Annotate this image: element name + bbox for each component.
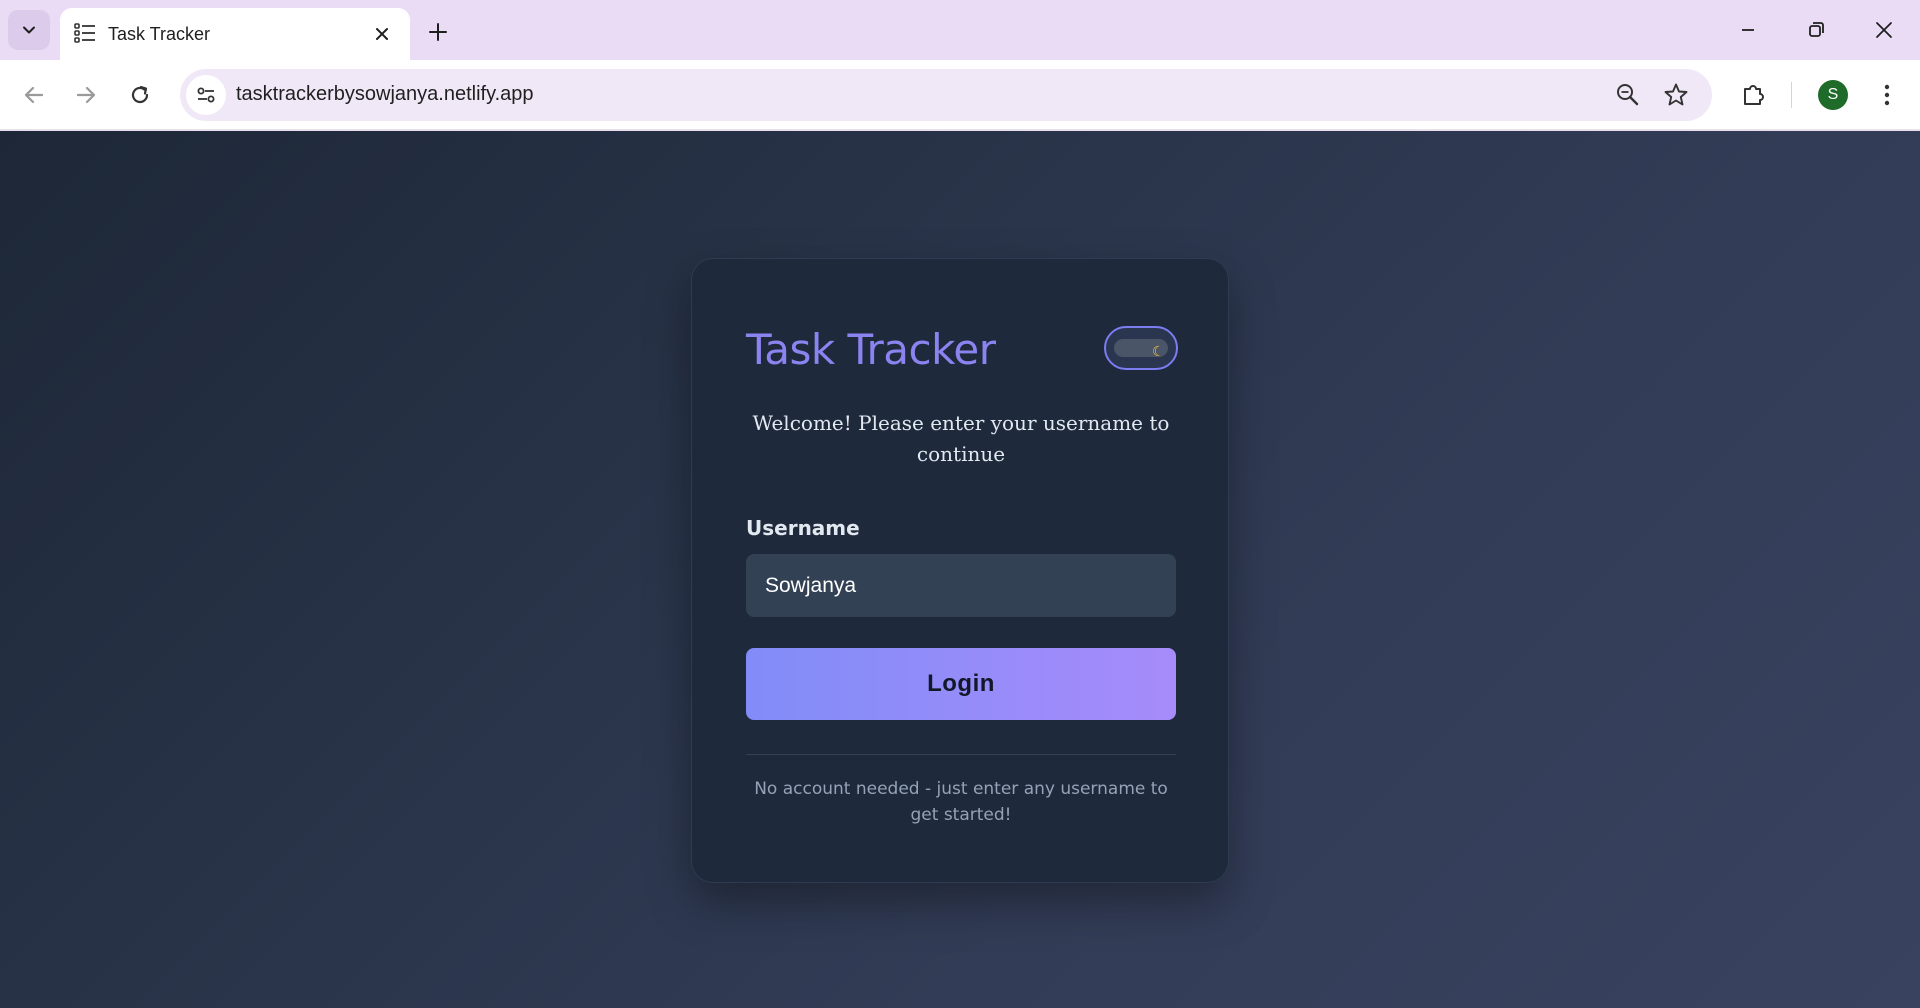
moon-icon: ☾: [1152, 344, 1165, 360]
more-menu-icon[interactable]: [1869, 77, 1905, 113]
footer-note: No account needed - just enter any usern…: [754, 779, 1168, 825]
toolbar-separator: [1791, 82, 1792, 108]
login-card: Task Tracker ☾ Welcome! Please enter you…: [691, 258, 1229, 883]
welcome-message: Welcome! Please enter your username to c…: [752, 411, 1170, 466]
username-label: Username: [746, 516, 860, 540]
site-info-button[interactable]: [186, 75, 226, 115]
minimize-icon[interactable]: [1732, 14, 1764, 46]
login-button[interactable]: Login: [746, 648, 1176, 720]
checklist-icon: [74, 23, 95, 43]
restore-icon[interactable]: [1800, 14, 1832, 46]
app-title: Task Tracker: [746, 325, 996, 374]
theme-toggle[interactable]: ☾: [1104, 326, 1178, 370]
page-background: Task Tracker ☾ Welcome! Please enter you…: [0, 131, 1920, 1008]
forward-arrow-icon[interactable]: [68, 77, 104, 113]
close-window-icon[interactable]: [1868, 14, 1900, 46]
zoom-icon[interactable]: [1614, 81, 1642, 109]
bookmark-star-icon[interactable]: [1662, 81, 1690, 109]
tab-title: Task Tracker: [108, 24, 211, 44]
profile-avatar[interactable]: S: [1818, 80, 1848, 110]
chevron-down-icon: [23, 26, 35, 34]
url-text[interactable]: tasktrackerbysowjanya.netlify.app: [236, 83, 534, 106]
extensions-puzzle-icon[interactable]: [1735, 77, 1771, 113]
divider: [746, 754, 1176, 755]
address-bar[interactable]: tasktrackerbysowjanya.netlify.app: [180, 69, 1712, 121]
reload-icon[interactable]: [122, 77, 158, 113]
browser-tab-strip: Task Tracker: [0, 0, 1920, 60]
close-tab-icon[interactable]: [372, 24, 392, 44]
username-input[interactable]: [746, 554, 1176, 617]
browser-tab-active[interactable]: Task Tracker: [60, 8, 410, 60]
new-tab-icon[interactable]: [424, 18, 452, 46]
tab-search-button[interactable]: [8, 10, 50, 50]
browser-toolbar: tasktrackerbysowjanya.netlify.app S: [0, 60, 1920, 130]
tune-icon: [197, 87, 215, 103]
back-arrow-icon[interactable]: [16, 77, 52, 113]
